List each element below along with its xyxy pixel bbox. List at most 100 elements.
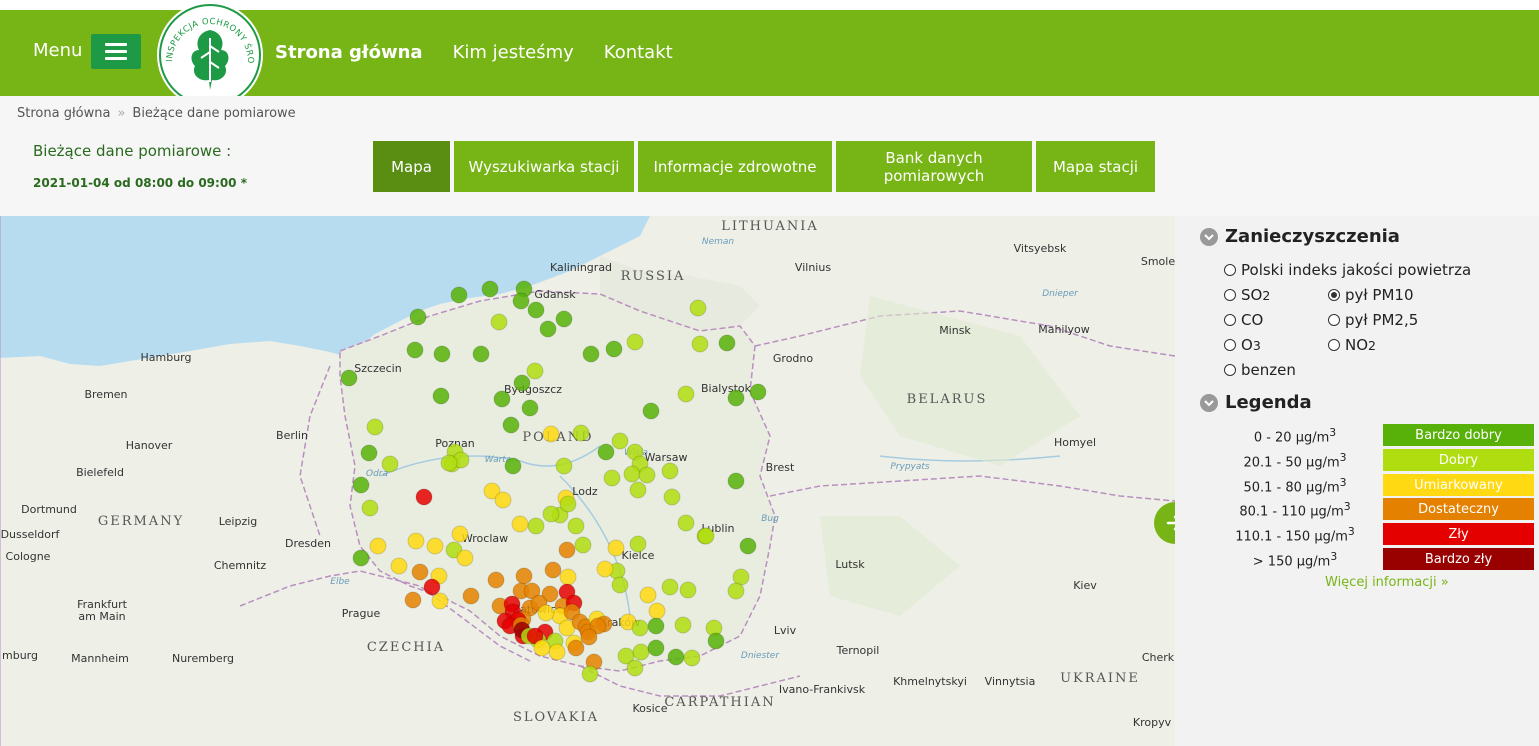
station-marker[interactable]	[433, 345, 451, 363]
radio-no2[interactable]: NO 2	[1328, 336, 1376, 354]
station-marker[interactable]	[632, 643, 650, 661]
station-marker[interactable]	[513, 374, 531, 392]
tab-data-bank[interactable]: Bank danych pomiarowych	[836, 141, 1032, 192]
station-marker[interactable]	[572, 424, 590, 442]
station-marker[interactable]	[580, 628, 598, 646]
station-marker[interactable]	[626, 659, 644, 677]
station-marker[interactable]	[559, 495, 577, 513]
hamburger-menu-button[interactable]	[91, 34, 141, 69]
station-marker[interactable]	[450, 286, 468, 304]
station-marker[interactable]	[629, 535, 647, 553]
tab-health-info[interactable]: Informacje zdrowotne	[638, 141, 832, 192]
station-marker[interactable]	[697, 527, 715, 545]
station-marker[interactable]	[559, 568, 577, 586]
station-marker[interactable]	[647, 617, 665, 635]
station-marker[interactable]	[689, 299, 707, 317]
air-quality-map[interactable]: LITHUANIARUSSIABELARUSPOLANDGERMANYCZECH…	[0, 216, 1175, 746]
station-marker[interactable]	[440, 454, 458, 472]
station-marker[interactable]	[411, 563, 429, 581]
station-marker[interactable]	[749, 383, 767, 401]
station-marker[interactable]	[521, 399, 539, 417]
station-marker[interactable]	[648, 602, 666, 620]
station-marker[interactable]	[567, 517, 585, 535]
station-marker[interactable]	[409, 308, 427, 326]
station-marker[interactable]	[548, 643, 566, 661]
nav-link-home[interactable]: Strona główna	[275, 42, 423, 63]
station-marker[interactable]	[558, 541, 576, 559]
station-marker[interactable]	[533, 639, 551, 657]
station-marker[interactable]	[526, 362, 544, 380]
station-marker[interactable]	[451, 525, 469, 543]
station-marker[interactable]	[407, 532, 425, 550]
station-marker[interactable]	[607, 539, 625, 557]
station-marker[interactable]	[555, 310, 573, 328]
station-marker[interactable]	[677, 385, 695, 403]
station-marker[interactable]	[574, 536, 592, 554]
station-marker[interactable]	[390, 557, 408, 575]
nav-link-about[interactable]: Kim jesteśmy	[453, 42, 574, 63]
station-marker[interactable]	[502, 416, 520, 434]
station-marker[interactable]	[661, 578, 679, 596]
station-marker[interactable]	[679, 581, 697, 599]
station-marker[interactable]	[352, 476, 370, 494]
station-marker[interactable]	[487, 571, 505, 589]
station-marker[interactable]	[406, 341, 424, 359]
station-marker[interactable]	[623, 465, 641, 483]
station-marker[interactable]	[369, 537, 387, 555]
station-marker[interactable]	[515, 567, 533, 585]
station-marker[interactable]	[544, 561, 562, 579]
tab-station-search[interactable]: Wyszukiwarka stacji	[454, 141, 634, 192]
radio-co[interactable]: CO	[1224, 311, 1263, 329]
station-marker[interactable]	[361, 499, 379, 517]
station-marker[interactable]	[639, 586, 657, 604]
station-marker[interactable]	[366, 418, 384, 436]
station-marker[interactable]	[539, 320, 557, 338]
gios-logo[interactable]: INSPEKCJA OCHRONY ŚRODOWISKA	[153, 0, 263, 108]
station-marker[interactable]	[431, 592, 449, 610]
station-marker[interactable]	[629, 481, 647, 499]
station-marker[interactable]	[647, 639, 665, 657]
radio-air-quality-index[interactable]: Polski indeks jakości powietrza	[1224, 261, 1471, 279]
station-marker[interactable]	[642, 402, 660, 420]
station-marker[interactable]	[727, 582, 745, 600]
breadcrumb-link-home[interactable]: Strona główna	[17, 106, 110, 121]
station-marker[interactable]	[542, 505, 560, 523]
station-marker[interactable]	[381, 455, 399, 473]
station-marker[interactable]	[727, 389, 745, 407]
tab-station-map[interactable]: Mapa stacji	[1036, 141, 1155, 192]
station-marker[interactable]	[527, 517, 545, 535]
station-marker[interactable]	[512, 292, 530, 310]
tab-map[interactable]: Mapa	[373, 141, 450, 192]
station-marker[interactable]	[674, 616, 692, 634]
more-info-link[interactable]: Więcej informacji »	[1325, 575, 1449, 590]
station-marker[interactable]	[581, 665, 599, 683]
station-marker[interactable]	[727, 472, 745, 490]
station-marker[interactable]	[603, 469, 621, 487]
station-marker[interactable]	[537, 604, 555, 622]
pollutants-section-toggle[interactable]: Zanieczyszczenia	[1200, 226, 1400, 247]
radio-pm25[interactable]: pył PM2,5	[1328, 311, 1418, 329]
station-marker[interactable]	[661, 462, 679, 480]
station-marker[interactable]	[631, 619, 649, 637]
station-marker[interactable]	[667, 648, 685, 666]
station-marker[interactable]	[596, 560, 614, 578]
station-marker[interactable]	[677, 514, 695, 532]
station-marker[interactable]	[542, 425, 560, 443]
station-marker[interactable]	[493, 390, 511, 408]
station-marker[interactable]	[456, 549, 474, 567]
station-marker[interactable]	[638, 466, 656, 484]
nav-link-contact[interactable]: Kontakt	[604, 42, 673, 63]
station-marker[interactable]	[691, 335, 709, 353]
radio-pm10[interactable]: pył PM10	[1328, 286, 1414, 304]
station-marker[interactable]	[718, 334, 736, 352]
station-marker[interactable]	[462, 587, 480, 605]
station-marker[interactable]	[707, 632, 725, 650]
station-marker[interactable]	[555, 457, 573, 475]
radio-so2[interactable]: SO 2	[1224, 286, 1270, 304]
map-canvas[interactable]: LITHUANIARUSSIABELARUSPOLANDGERMANYCZECH…	[0, 216, 1175, 746]
station-marker[interactable]	[663, 488, 681, 506]
station-marker[interactable]	[683, 649, 701, 667]
station-marker[interactable]	[432, 387, 450, 405]
station-marker[interactable]	[472, 345, 490, 363]
station-marker[interactable]	[404, 591, 422, 609]
